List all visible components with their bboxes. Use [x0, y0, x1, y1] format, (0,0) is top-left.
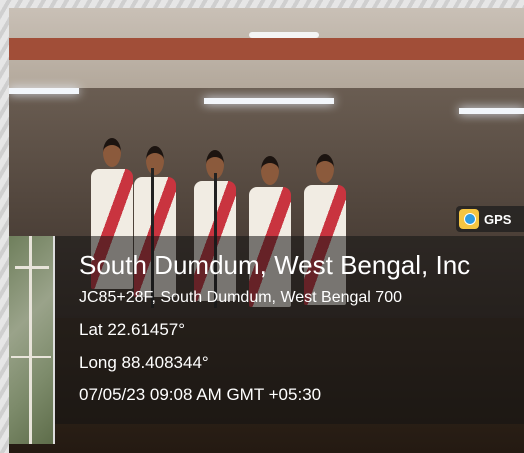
timestamp: 07/05/23 09:08 AM GMT +05:30 — [79, 385, 322, 404]
gps-badge: GPS — [456, 206, 524, 232]
latitude: Lat 22.61457° — [79, 320, 186, 339]
tube-light — [9, 88, 79, 94]
gps-map-camera-icon — [459, 209, 479, 229]
ceiling-fan — [249, 32, 319, 38]
map-thumbnail — [9, 236, 55, 444]
tube-light — [204, 98, 334, 104]
ceiling-beam — [9, 38, 524, 60]
gps-label: GPS — [484, 212, 512, 227]
location-address: JC85+28F, South Dumdum, West Bengal 700 — [79, 289, 402, 306]
tube-light — [459, 108, 524, 114]
longitude: Long 88.408344° — [79, 353, 209, 372]
location-title: South Dumdum, West Bengal, Inc — [79, 250, 471, 280]
